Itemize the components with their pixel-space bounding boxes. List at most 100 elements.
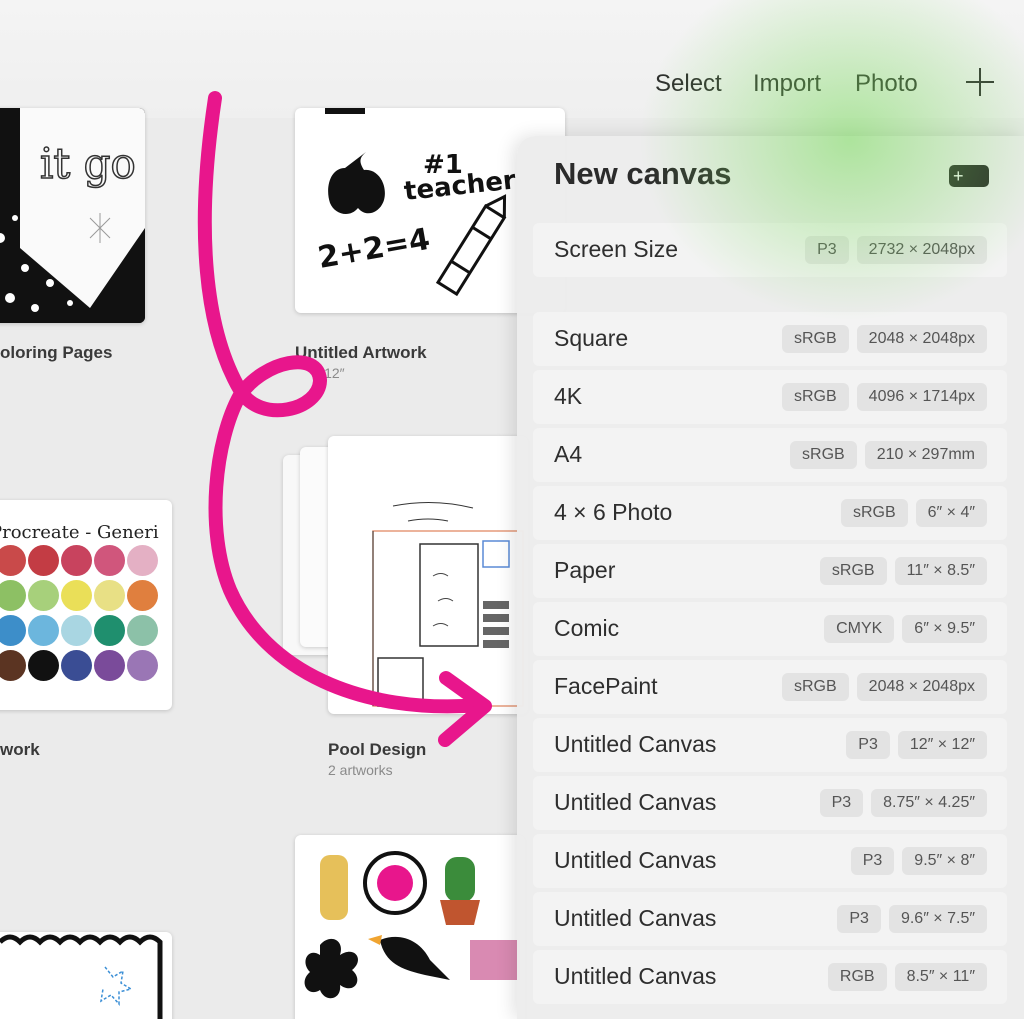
popover-title: New canvas [554, 156, 732, 191]
card-subtitle: 2 artworks [328, 762, 393, 778]
preset-name: Comic [554, 615, 620, 641]
card-title: Pool Design [328, 740, 427, 759]
import-button[interactable]: Import [753, 70, 821, 98]
preset-row[interactable]: 4 × 6 Photo sRGB 6″ × 4″ [533, 486, 1007, 540]
preset-profile: P3 [837, 905, 881, 933]
preset-name: 4K [554, 383, 583, 409]
color-swatch [94, 545, 125, 576]
preset-profile: P3 [819, 789, 864, 817]
math-text: 2+2=4 [315, 222, 432, 276]
color-swatch [94, 580, 125, 611]
plus-icon[interactable] [962, 64, 998, 100]
color-swatch [0, 615, 26, 646]
preset-size: 2048 × 2048px [856, 325, 987, 353]
teacher-word-text: teacher [403, 165, 518, 207]
preset-name: FacePaint [554, 673, 658, 699]
card-subtitle: × 12″ [312, 365, 345, 381]
preset-profile: sRGB [790, 441, 857, 469]
gallery-card-coloring-pages[interactable]: it go [0, 108, 145, 323]
color-swatch [61, 615, 92, 646]
preset-row[interactable]: Comic CMYK 6″ × 9.5″ [533, 602, 1007, 656]
color-swatch [0, 545, 26, 576]
preset-name: Untitled Canvas [554, 905, 717, 931]
color-swatch [28, 650, 59, 681]
color-swatch [94, 615, 125, 646]
preset-profile: sRGB [782, 673, 849, 701]
coloring-page-thumbnail: it go [0, 108, 145, 323]
palette-title: Procreate - Generi [0, 522, 159, 543]
preset-size: 9.5″ × 8″ [902, 847, 987, 875]
preset-name: 4 × 6 Photo [554, 499, 673, 525]
preset-size: 6″ × 9.5″ [902, 615, 987, 643]
preset-size: 2732 × 2048px [856, 236, 987, 264]
preset-name: Untitled Canvas [554, 731, 717, 757]
preset-size: 12″ × 12″ [897, 731, 987, 759]
color-swatch [28, 580, 59, 611]
preset-name: A4 [554, 441, 583, 467]
preset-size: 11″ × 8.5″ [894, 557, 987, 585]
preset-profile: P3 [805, 236, 849, 264]
preset-screen-size[interactable]: Screen Size P3 2732 × 2048px [533, 223, 1007, 277]
color-swatch [127, 580, 158, 611]
color-swatch [127, 545, 158, 576]
color-swatch [127, 650, 158, 681]
preset-size: 9.6″ × 7.5″ [888, 905, 987, 933]
preset-profile: sRGB [782, 325, 849, 353]
pool-plan-thumbnail [372, 501, 524, 707]
color-swatch [94, 650, 125, 681]
preset-row[interactable]: Square sRGB 2048 × 2048px [533, 312, 1007, 366]
preset-row[interactable]: 4K sRGB 4096 × 1714px [533, 370, 1007, 424]
color-swatch [61, 580, 92, 611]
preset-row[interactable]: Untitled Canvas P3 8.75″ × 4.25″ [533, 776, 1007, 830]
preset-row[interactable]: Paper sRGB 11″ × 8.5″ [533, 544, 1007, 598]
color-swatch [0, 650, 26, 681]
preset-profile: sRGB [840, 499, 908, 527]
card-title: Untitled Artwork [295, 343, 427, 362]
preset-profile: P3 [846, 731, 890, 759]
color-swatch [0, 580, 26, 611]
preset-profile: RGB [827, 963, 887, 991]
color-swatch [28, 545, 59, 576]
new-canvas-popover: New canvas + Screen Size P3 2732 × 2048p… [517, 136, 1024, 1019]
color-swatch [127, 615, 158, 646]
gallery-card-palette[interactable]: Procreate - Generi [0, 500, 172, 710]
preset-row[interactable]: Untitled Canvas P3 12″ × 12″ [533, 718, 1007, 772]
stickers-thumbnail [304, 851, 520, 999]
card-title: oloring Pages [0, 343, 113, 362]
gallery-card-scallop[interactable] [0, 932, 172, 1019]
color-swatch [61, 545, 92, 576]
preset-size: 8.5″ × 11″ [894, 963, 987, 991]
preset-size: 8.75″ × 4.25″ [871, 789, 987, 817]
preset-row[interactable]: FacePaint sRGB 2048 × 2048px [533, 660, 1007, 714]
top-bar: Select Import Photo [0, 0, 1024, 118]
color-swatch [28, 615, 59, 646]
preset-row[interactable]: Untitled Canvas P3 9.5″ × 8″ [533, 834, 1007, 888]
preset-size: 210 × 297mm [864, 441, 987, 469]
color-swatch [61, 650, 92, 681]
preset-name: Untitled Canvas [554, 847, 717, 873]
preset-name: Untitled Canvas [554, 789, 717, 815]
preset-name: Paper [554, 557, 616, 583]
photo-button[interactable]: Photo [855, 70, 918, 98]
select-button[interactable]: Select [655, 70, 722, 98]
preset-name: Square [554, 325, 629, 351]
new-folder-icon[interactable]: + [949, 165, 989, 187]
preset-row[interactable]: Untitled Canvas RGB 8.5″ × 11″ [533, 950, 1007, 1004]
preset-name: Screen Size [554, 236, 679, 262]
preset-profile: sRGB [819, 557, 887, 585]
preset-name: Untitled Canvas [554, 963, 717, 989]
gallery-card-stickers[interactable] [295, 835, 525, 1019]
preset-profile: sRGB [782, 383, 849, 411]
procreate-gallery: Select Import Photo it go oloring Pages … [0, 0, 1024, 1019]
letitgo-text: it go [40, 139, 136, 188]
preset-size: 4096 × 1714px [856, 383, 987, 411]
preset-profile: CMYK [824, 615, 895, 643]
preset-row[interactable]: Untitled Canvas P3 9.6″ × 7.5″ [533, 892, 1007, 946]
card-title: work [0, 740, 40, 759]
gallery-card-pool-design[interactable] [328, 436, 528, 714]
preset-size: 2048 × 2048px [856, 673, 987, 701]
preset-profile: P3 [850, 847, 895, 875]
preset-row[interactable]: A4 sRGB 210 × 297mm [533, 428, 1007, 482]
preset-size: 6″ × 4″ [915, 499, 987, 527]
scallop-thumbnail [0, 934, 163, 1019]
